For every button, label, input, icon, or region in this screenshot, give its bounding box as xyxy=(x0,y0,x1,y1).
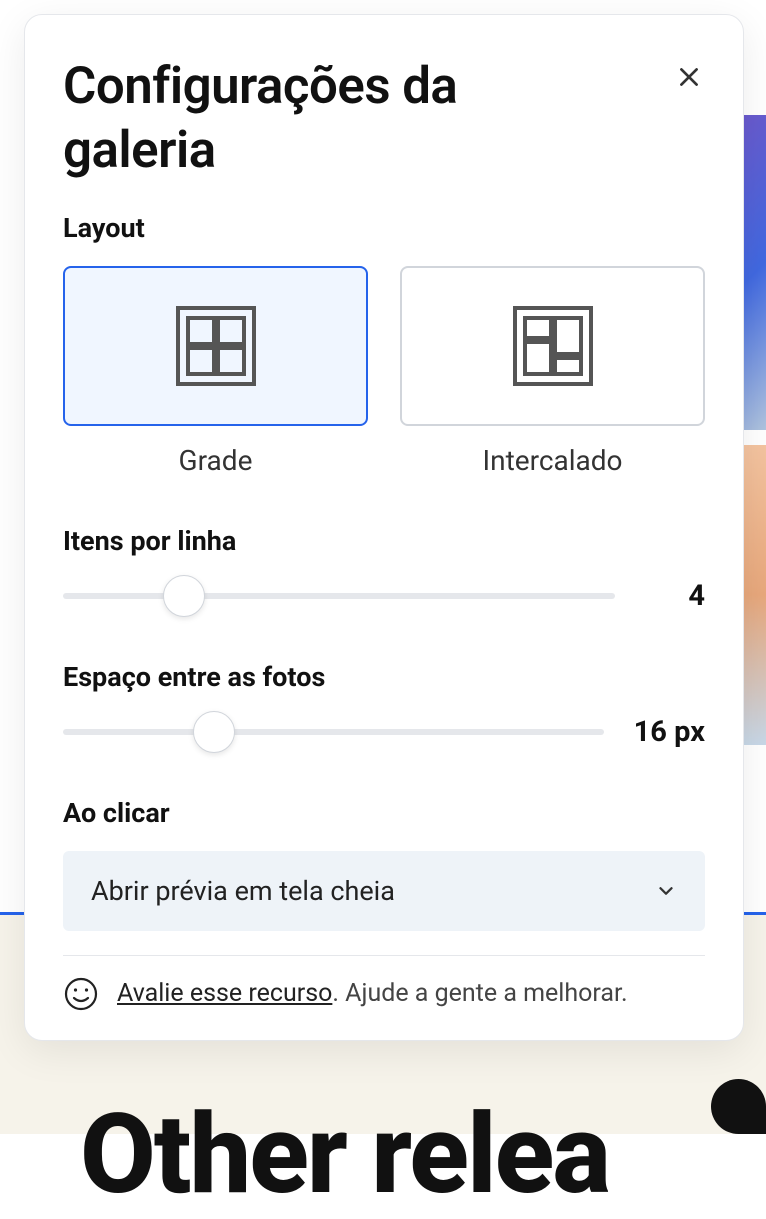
background-heading: Other relea xyxy=(80,1090,609,1219)
feedback-text: Avalie esse recurso. Ajude a gente a mel… xyxy=(117,979,628,1008)
onclick-label: Ao clicar xyxy=(63,797,705,829)
layout-option-grid[interactable]: Grade xyxy=(63,266,368,477)
items-per-row-slider-thumb[interactable] xyxy=(163,575,205,617)
divider xyxy=(63,955,705,956)
spacing-label: Espaço entre as fotos xyxy=(63,661,705,693)
smiley-icon xyxy=(63,976,99,1012)
panel-title: Configurações da galeria xyxy=(63,55,563,184)
chat-widget-button[interactable] xyxy=(711,1079,766,1134)
onclick-section: Ao clicar Abrir prévia em tela cheia xyxy=(63,797,705,931)
layout-options: Grade Intercalado xyxy=(63,266,705,477)
layout-section-label: Layout xyxy=(63,212,705,244)
background-image-1 xyxy=(744,115,766,430)
layout-card-staggered xyxy=(400,266,705,426)
panel-header: Configurações da galeria xyxy=(63,55,705,184)
gallery-settings-panel: Configurações da galeria Layout Grade xyxy=(24,14,744,1041)
items-per-row-value: 4 xyxy=(645,579,705,613)
items-per-row-control: 4 xyxy=(63,579,705,613)
spacing-slider[interactable] xyxy=(63,729,604,735)
grid-icon xyxy=(174,304,258,388)
close-icon xyxy=(676,64,702,90)
onclick-select[interactable]: Abrir prévia em tela cheia xyxy=(63,851,705,931)
items-per-row-label: Itens por linha xyxy=(63,525,705,557)
feedback-link[interactable]: Avalie esse recurso xyxy=(117,979,332,1008)
layout-option-label: Intercalado xyxy=(400,444,705,477)
background-image-2 xyxy=(744,445,766,745)
spacing-slider-thumb[interactable] xyxy=(193,711,235,753)
chevron-down-icon xyxy=(655,880,677,902)
staggered-icon xyxy=(511,304,595,388)
spacing-value: 16 px xyxy=(634,715,705,749)
close-button[interactable] xyxy=(673,61,705,93)
onclick-selected-value: Abrir prévia em tela cheia xyxy=(91,875,395,907)
layout-option-staggered[interactable]: Intercalado xyxy=(400,266,705,477)
feedback-row: Avalie esse recurso. Ajude a gente a mel… xyxy=(63,976,705,1012)
layout-option-label: Grade xyxy=(63,444,368,477)
feedback-suffix: . Ajude a gente a melhorar. xyxy=(332,979,627,1008)
spacing-control: 16 px xyxy=(63,715,705,749)
layout-card-grid xyxy=(63,266,368,426)
items-per-row-slider[interactable] xyxy=(63,593,615,599)
